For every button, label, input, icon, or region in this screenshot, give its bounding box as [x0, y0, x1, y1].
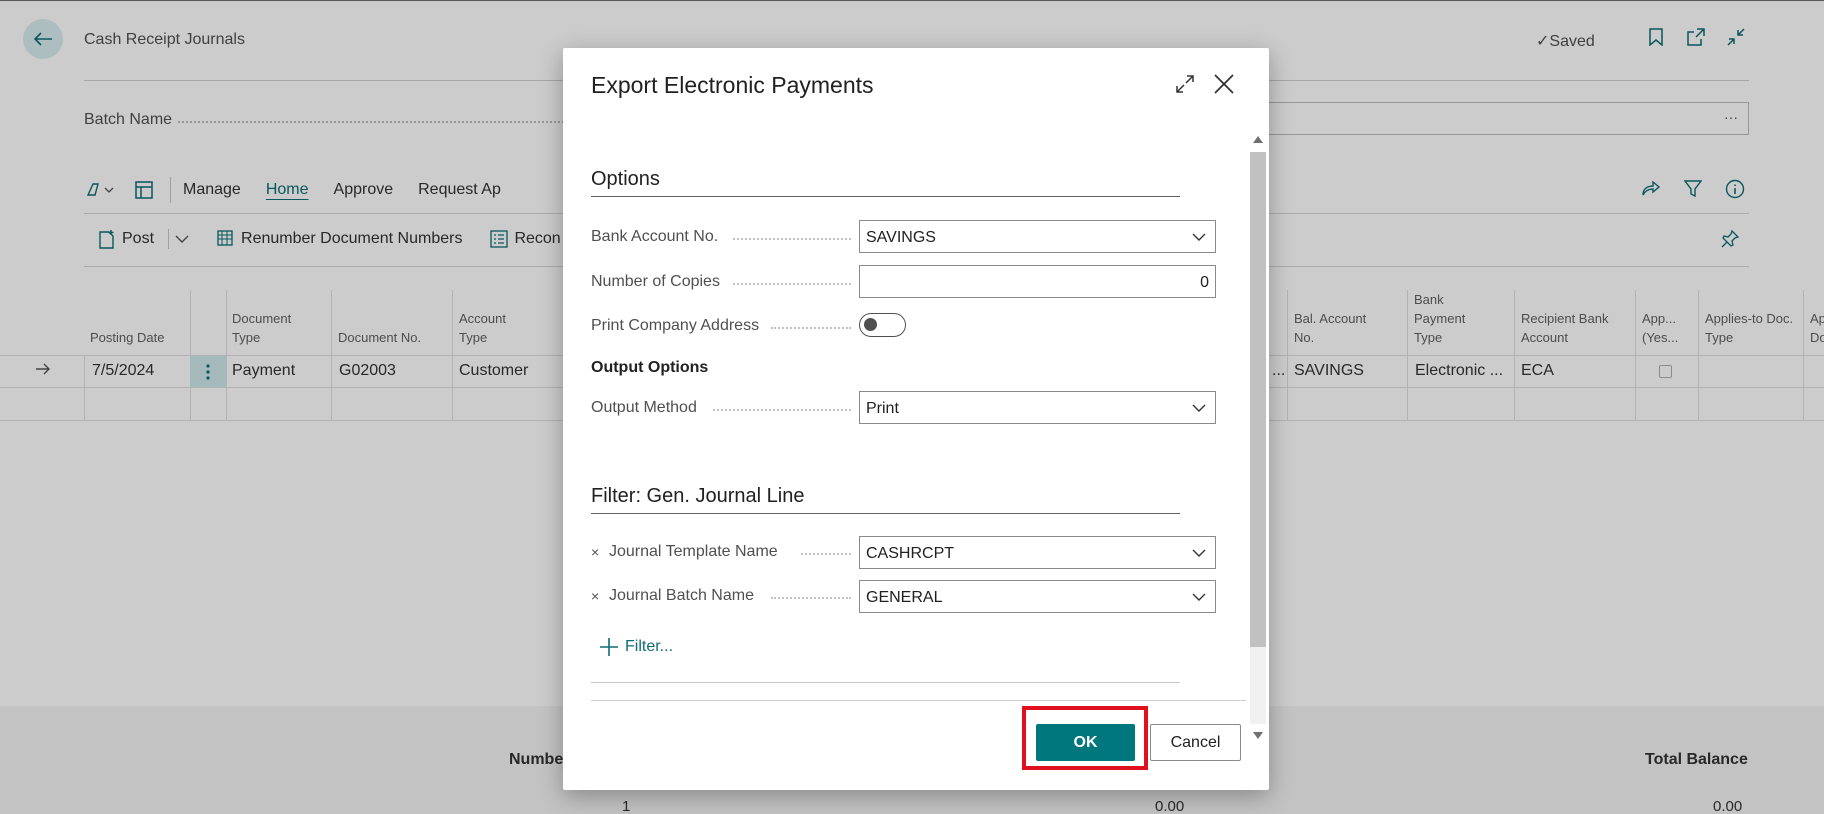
scroll-up-arrow-icon[interactable] — [1253, 136, 1263, 143]
output-options-title: Output Options — [591, 359, 709, 376]
journal-batch-name-label: Journal Batch Name — [609, 587, 754, 604]
button-divider — [591, 700, 1246, 701]
ok-highlight-box — [1022, 706, 1148, 770]
export-payments-dialog: Export Electronic Payments Options Bank … — [563, 48, 1269, 790]
add-filter-link[interactable]: Filter... — [599, 637, 673, 657]
bank-account-select[interactable]: SAVINGS — [859, 220, 1216, 253]
chevron-down-icon — [1192, 549, 1206, 557]
section-divider — [591, 513, 1180, 514]
expand-icon[interactable] — [1173, 72, 1197, 96]
toggle-knob — [864, 318, 877, 331]
bank-account-label: Bank Account No. — [591, 228, 719, 245]
output-method-select[interactable]: Print — [859, 391, 1216, 424]
journal-template-name-label: Journal Template Name — [609, 543, 778, 560]
leader-dots — [771, 597, 851, 599]
journal-batch-value: GENERAL — [866, 589, 943, 606]
plus-icon — [600, 638, 618, 656]
remove-filter-icon[interactable]: × — [591, 544, 599, 560]
print-company-address-label: Print Company Address — [591, 317, 760, 334]
chevron-down-icon — [1192, 593, 1206, 601]
chevron-down-icon — [1192, 404, 1206, 412]
remove-filter-icon[interactable]: × — [591, 588, 599, 604]
journal-batch-name-select[interactable]: GENERAL — [859, 580, 1216, 613]
bank-account-value: SAVINGS — [866, 229, 936, 246]
leader-dots — [733, 238, 851, 240]
journal-template-value: CASHRCPT — [866, 545, 955, 562]
leader-dots — [713, 409, 851, 411]
output-method-value: Print — [866, 400, 899, 417]
add-filter-label: Filter... — [625, 638, 674, 655]
filter-section-title[interactable]: Filter: Gen. Journal Line — [591, 485, 804, 508]
chevron-down-icon — [1192, 233, 1206, 241]
dialog-scrollbar[interactable] — [1246, 130, 1270, 748]
options-section-title[interactable]: Options — [591, 168, 660, 191]
number-of-copies-label: Number of Copies — [591, 273, 720, 290]
cancel-button[interactable]: Cancel — [1150, 724, 1241, 761]
close-icon[interactable] — [1210, 70, 1238, 98]
number-of-copies-input[interactable]: 0 — [859, 265, 1216, 298]
output-method-label: Output Method — [591, 399, 697, 416]
section-divider — [591, 196, 1180, 197]
leader-dots — [771, 327, 851, 329]
scroll-down-arrow-icon[interactable] — [1253, 732, 1263, 739]
print-company-address-toggle[interactable] — [859, 313, 906, 337]
leader-dots — [801, 553, 851, 555]
scrollbar-thumb[interactable] — [1250, 152, 1266, 647]
content-divider — [591, 682, 1180, 683]
dialog-title: Export Electronic Payments — [591, 72, 874, 98]
leader-dots — [733, 283, 851, 285]
journal-template-name-select[interactable]: CASHRCPT — [859, 536, 1216, 569]
